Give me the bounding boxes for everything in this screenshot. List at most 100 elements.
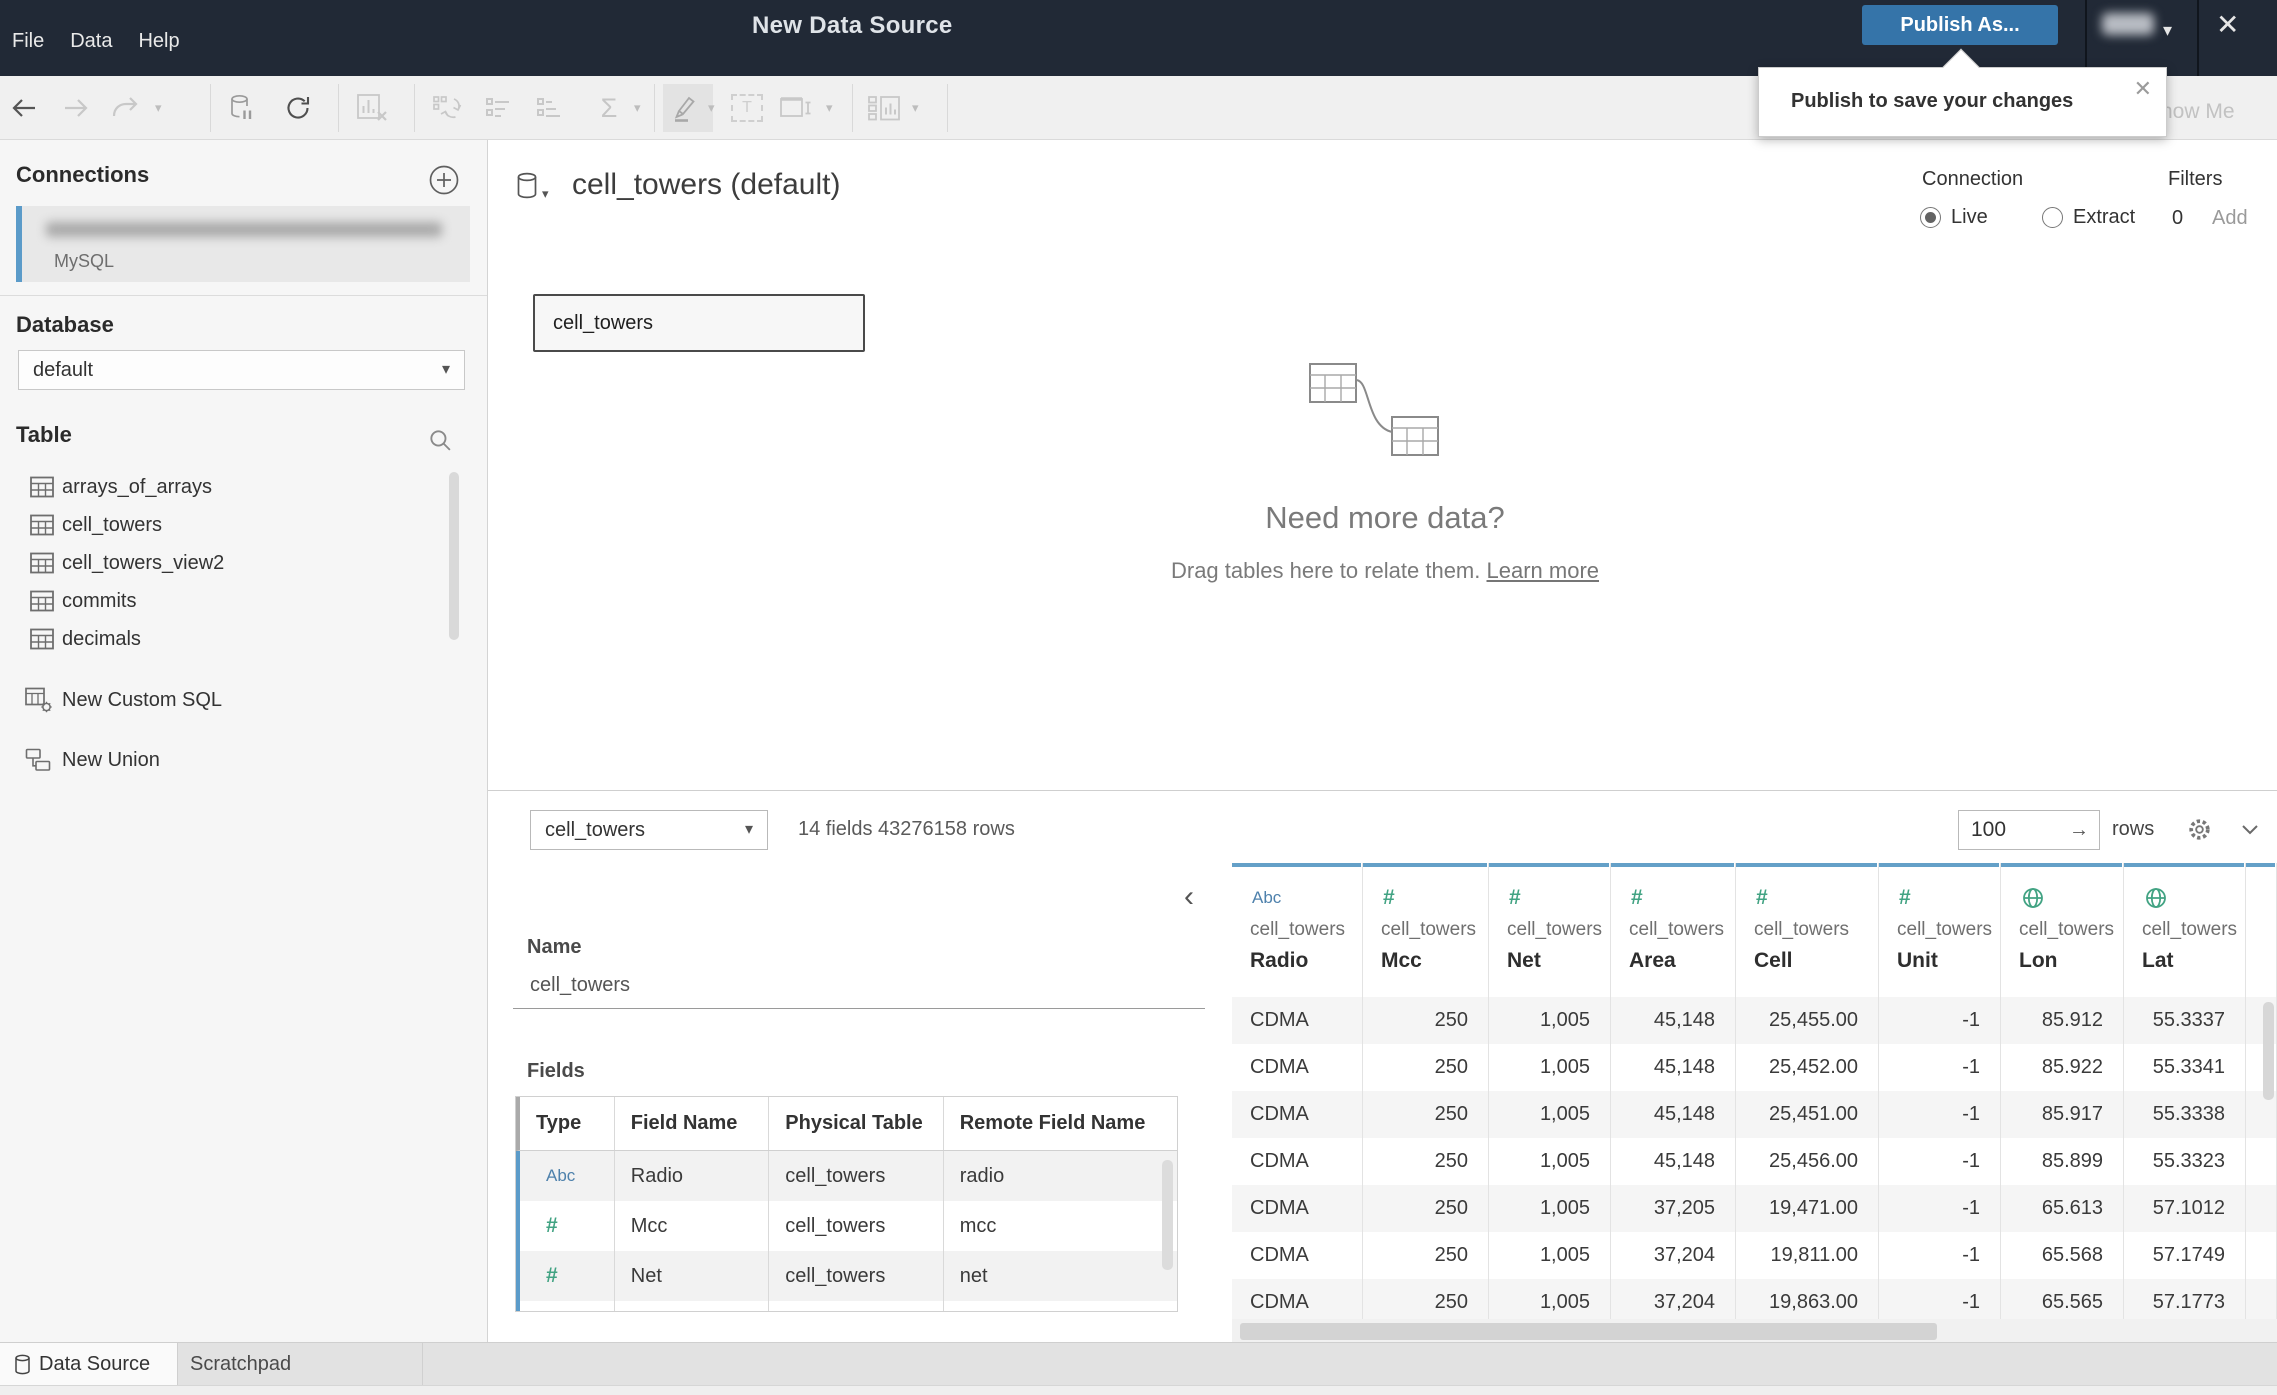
grid-cell: 85.912 xyxy=(2001,997,2124,1044)
table-item-cell_towers_view2[interactable]: cell_towers_view2 xyxy=(0,544,488,582)
totals-icon[interactable]: Σ xyxy=(591,90,627,126)
live-radio-icon[interactable] xyxy=(1920,207,1941,228)
tab-data-source[interactable]: Data Source xyxy=(0,1343,178,1386)
sort-ascending-icon[interactable] xyxy=(482,90,518,126)
tooltip-close-icon[interactable]: ✕ xyxy=(2134,76,2152,102)
grid-table-value: cell_towers xyxy=(545,819,646,841)
fit-view-caret-icon[interactable]: ▾ xyxy=(826,100,833,116)
table-icon xyxy=(30,476,62,498)
sort-descending-icon[interactable] xyxy=(533,90,569,126)
grid-collapse-chevron-icon[interactable] xyxy=(2238,818,2264,842)
physical-table-cell: cell_towers xyxy=(769,1201,944,1251)
menu-file[interactable]: File xyxy=(12,30,44,53)
account-menu[interactable] xyxy=(2102,13,2154,35)
connection-item[interactable]: MySQL xyxy=(16,206,470,282)
row-count-input[interactable]: 100 → xyxy=(1958,810,2100,850)
fields-table-row[interactable]: # Mcc cell_towers mcc xyxy=(516,1201,1177,1251)
fields-column-header[interactable]: Remote Field Name xyxy=(944,1097,1177,1150)
grid-column-header-net[interactable]: # cell_towers Net xyxy=(1489,863,1611,997)
close-window-icon[interactable]: ✕ xyxy=(2216,8,2239,41)
grid-cell xyxy=(2246,1232,2277,1279)
apply-rows-icon[interactable]: → xyxy=(2069,811,2089,849)
table-item-cell_towers[interactable]: cell_towers xyxy=(0,506,488,544)
new-custom-sql-button[interactable]: New Custom SQL xyxy=(0,680,488,720)
table-item-decimals[interactable]: decimals xyxy=(0,620,488,658)
new-union-button[interactable]: New Union xyxy=(0,740,488,780)
table-list-scrollbar[interactable] xyxy=(449,472,459,640)
datasource-icon[interactable] xyxy=(516,172,538,204)
table-header: Table xyxy=(16,422,72,447)
grid-cell: 45,148 xyxy=(1611,997,1736,1044)
table-item-arrays_of_arrays[interactable]: arrays_of_arrays xyxy=(0,468,488,506)
fields-table-row[interactable]: # Net cell_towers net xyxy=(516,1251,1177,1301)
publish-as-button[interactable]: Publish As... xyxy=(1862,5,2058,45)
database-select[interactable]: default ▾ xyxy=(18,350,465,390)
new-union-label: New Union xyxy=(62,748,160,771)
clear-sheet-icon[interactable] xyxy=(354,90,390,126)
fit-view-icon[interactable] xyxy=(778,90,814,126)
grid-column-header-mcc[interactable]: # cell_towers Mcc xyxy=(1363,863,1489,997)
grid-column-header-unit[interactable]: # cell_towers Unit xyxy=(1879,863,2001,997)
swap-rows-columns-icon[interactable] xyxy=(429,90,465,126)
fields-column-header[interactable]: Type xyxy=(520,1097,615,1150)
tab-scratchpad[interactable]: Scratchpad xyxy=(178,1343,423,1386)
text-label-icon[interactable]: T xyxy=(731,94,763,122)
grid-column-header-area[interactable]: # cell_towers Area xyxy=(1611,863,1736,997)
highlight-icon[interactable] xyxy=(666,90,702,126)
table-item-commits[interactable]: commits xyxy=(0,582,488,620)
replay-icon[interactable] xyxy=(108,90,144,126)
table-item-label: arrays_of_arrays xyxy=(62,475,213,498)
show-cards-icon[interactable] xyxy=(866,90,902,126)
datasource-caret-icon[interactable]: ▾ xyxy=(542,186,549,202)
grid-cell: -1 xyxy=(1879,997,2001,1044)
grid-settings-gear-icon[interactable] xyxy=(2186,816,2214,844)
redo-icon[interactable] xyxy=(58,90,94,126)
account-caret-icon[interactable]: ▾ xyxy=(2163,20,2172,41)
grid-table-select[interactable]: cell_towers ▾ xyxy=(530,810,768,850)
refresh-datasource-icon[interactable] xyxy=(280,90,316,126)
highlight-caret-icon[interactable]: ▾ xyxy=(708,100,715,116)
grid-horizontal-scrollbar[interactable] xyxy=(1240,1323,1937,1340)
show-cards-caret-icon[interactable]: ▾ xyxy=(912,100,919,116)
column-type-icon: # xyxy=(1631,886,1643,909)
column-accent-bar xyxy=(1232,863,1361,867)
replay-caret-icon[interactable]: ▾ xyxy=(155,100,162,116)
toolbar-divider xyxy=(947,84,948,132)
live-radio[interactable]: Live xyxy=(1920,206,1988,229)
grid-column-header-lon[interactable]: cell_towers Lon xyxy=(2001,863,2124,997)
learn-more-link[interactable]: Learn more xyxy=(1487,558,1600,583)
grid-vertical-scrollbar[interactable] xyxy=(2263,1002,2274,1100)
grid-row: CDMA 250 1,005 37,205 19,471.00 -1 65.613 57.10… xyxy=(1232,1185,2277,1232)
extract-radio[interactable]: Extract xyxy=(2042,206,2135,229)
collapse-panel-icon[interactable]: ‹ xyxy=(1184,882,1194,912)
grid-column-header-radio[interactable]: Abc cell_towers Radio xyxy=(1232,863,1363,997)
fields-table-scrollbar[interactable] xyxy=(1162,1160,1173,1270)
menu-help[interactable]: Help xyxy=(138,30,179,53)
datasource-title[interactable]: cell_towers (default) xyxy=(572,168,840,202)
add-connection-icon[interactable] xyxy=(428,164,460,196)
name-input[interactable]: cell_towers xyxy=(530,974,630,997)
grid-cell: 25,456.00 xyxy=(1736,1138,1879,1185)
totals-caret-icon[interactable]: ▾ xyxy=(634,100,641,116)
fields-column-header[interactable]: Physical Table xyxy=(769,1097,944,1150)
table-item-label: decimals xyxy=(62,627,141,650)
table-search-icon[interactable] xyxy=(428,428,454,454)
fields-column-header[interactable]: Field Name xyxy=(615,1097,770,1150)
pause-datasource-icon[interactable] xyxy=(225,90,261,126)
extract-radio-icon[interactable] xyxy=(2042,207,2063,228)
grid-column-header-cell[interactable]: # cell_towers Cell xyxy=(1736,863,1879,997)
table-chip[interactable]: cell_towers xyxy=(533,294,865,352)
column-accent-bar xyxy=(1879,863,1999,867)
column-name: Radio xyxy=(1250,949,1309,972)
fields-table-row[interactable]: Abc Radio cell_towers radio xyxy=(516,1151,1177,1201)
tableau-window: File Data Help New Data Source Publish As.… xyxy=(0,0,2277,1395)
fields-table-row[interactable]: # xyxy=(516,1301,1177,1311)
name-label: Name xyxy=(527,936,582,958)
undo-icon[interactable] xyxy=(6,90,42,126)
filters-add-button[interactable]: Add xyxy=(2212,207,2248,230)
column-type-icon: # xyxy=(1509,886,1521,909)
menu-data[interactable]: Data xyxy=(70,30,112,53)
grid-header-row: Abc cell_towers Radio # cell_towers Mcc … xyxy=(1232,863,2277,997)
grid-column-header-lat[interactable]: cell_towers Lat xyxy=(2124,863,2246,997)
field-name-cell xyxy=(615,1301,770,1311)
